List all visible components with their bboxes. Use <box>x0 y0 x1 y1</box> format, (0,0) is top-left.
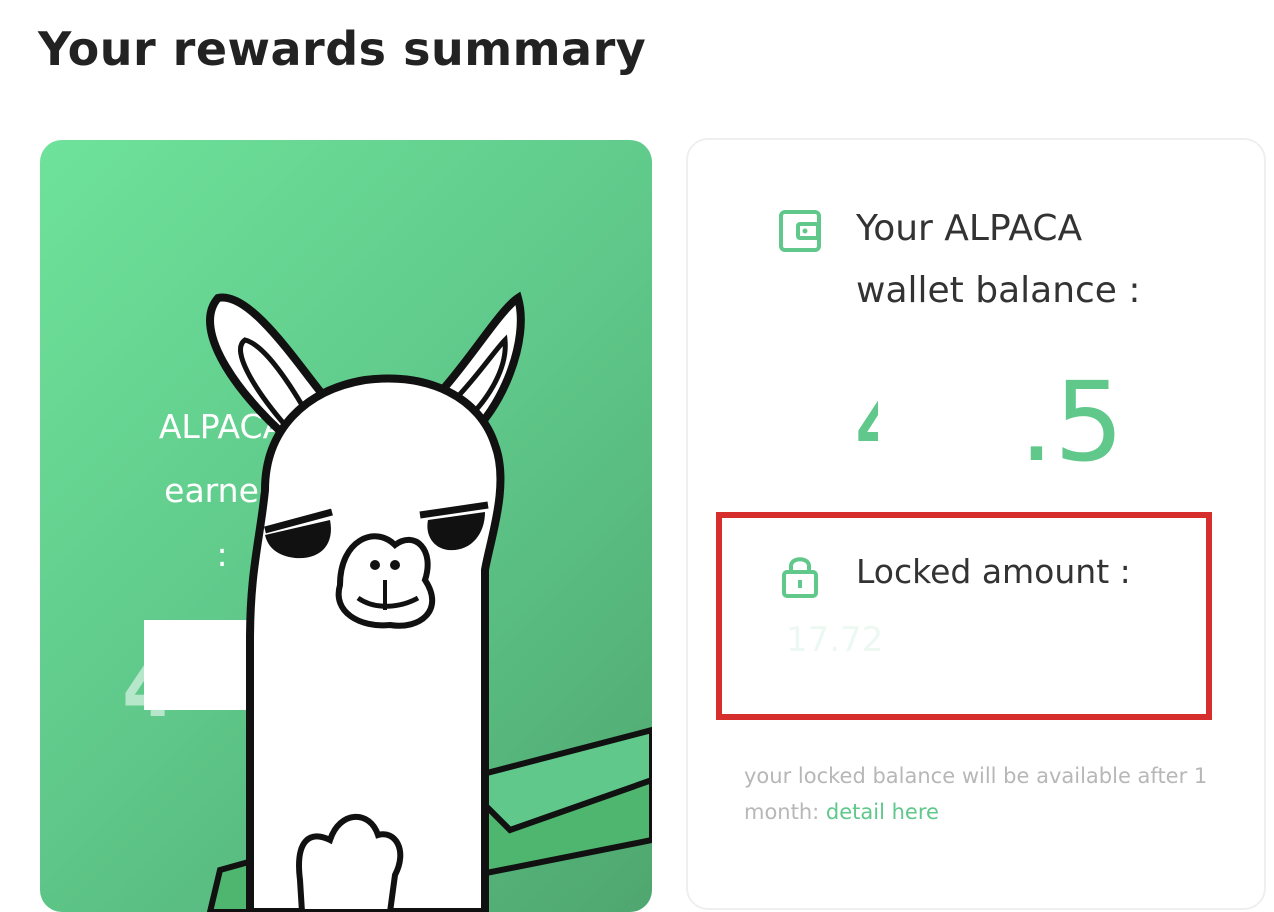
note-text: your locked balance will be available af… <box>744 764 1208 824</box>
locked-amount-value: 17.72 <box>786 620 884 660</box>
wallet-icon <box>779 210 821 252</box>
alpaca-mascot-illustration <box>206 291 652 912</box>
rewards-summary-page: Your rewards summary ALPACA earned : 4 <box>0 0 1274 912</box>
wallet-balance-label: Your ALPACA wallet balance : <box>856 198 1216 322</box>
locked-balance-note: your locked balance will be available af… <box>744 758 1214 830</box>
alpaca-earned-card: ALPACA earned : 4 <box>40 140 652 912</box>
lock-icon <box>782 557 818 598</box>
redacted-wallet-value <box>878 370 1003 490</box>
wallet-balance-card: Your ALPACA wallet balance : 4.5 Locked … <box>686 138 1266 910</box>
detail-here-link[interactable]: detail here <box>826 800 939 824</box>
page-title: Your rewards summary <box>38 22 647 76</box>
wallet-value-suffix: .5 <box>1019 358 1124 486</box>
wallet-label-line2: wallet balance : <box>856 270 1141 311</box>
locked-amount-highlight <box>716 512 1212 720</box>
wallet-label-line1: Your ALPACA <box>856 208 1083 249</box>
locked-amount-label: Locked amount : <box>856 552 1131 591</box>
